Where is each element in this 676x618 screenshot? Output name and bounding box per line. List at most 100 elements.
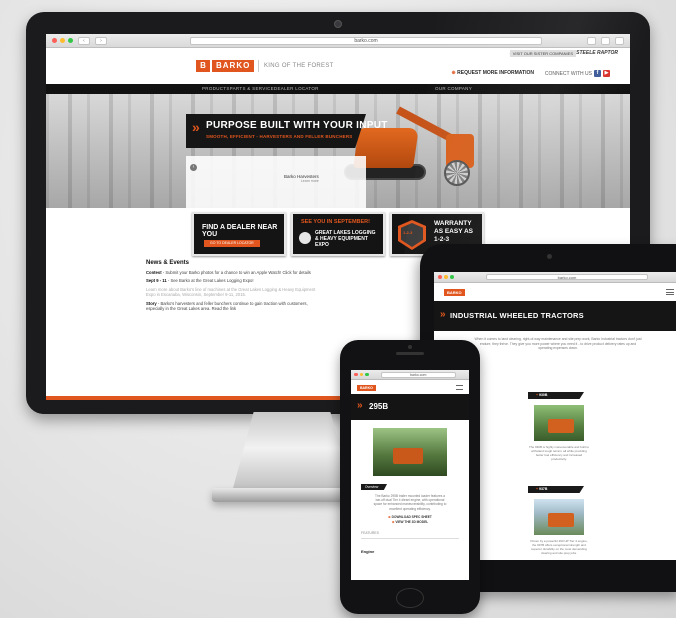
nav-item-company[interactable]: OUR COMPANY	[435, 84, 472, 94]
plus-icon: +	[536, 393, 539, 397]
hero-banner: » PURPOSE BUILT WITH YOUR INPUT SMOOTH, …	[46, 94, 630, 208]
expo-promo[interactable]: SEE YOU IN SEPTEMBER! GREAT LAKES LOGGIN…	[291, 212, 385, 256]
hamburger-menu-icon[interactable]	[666, 289, 674, 295]
chevron-right-icon: »	[192, 119, 200, 135]
warranty-line: AS EASY AS	[434, 228, 474, 235]
feature-item-engine[interactable]: Engine	[361, 549, 469, 554]
product-model: 937B	[539, 487, 548, 491]
home-button[interactable]	[396, 588, 424, 608]
hamburger-menu-icon[interactable]	[456, 385, 463, 390]
camera-dot	[547, 254, 552, 259]
news-item: Learn more about Barko's line of machine…	[146, 286, 316, 298]
news-label: Story	[146, 300, 157, 306]
sister-logos[interactable]: STEELE RAPTOR	[576, 50, 618, 56]
barko-logo[interactable]: B BARKO	[196, 60, 255, 72]
product-image[interactable]	[373, 428, 447, 476]
address-bar[interactable]: barko.com	[190, 36, 542, 45]
loader-shape	[393, 448, 423, 464]
camera-dot	[334, 20, 342, 28]
nav-item-products[interactable]: PRODUCTS	[202, 84, 230, 94]
forward-arrow-icon[interactable]: ›	[95, 36, 107, 45]
barko-logo[interactable]: BARKO	[357, 385, 376, 391]
nav-item-dealer[interactable]: DEALER LOCATOR	[274, 84, 319, 94]
page-title: INDUSTRIAL WHEELED TRACTORS	[450, 311, 584, 320]
hero-caption-link[interactable]: Learn more	[284, 179, 319, 183]
site-header: B BARKO KING OF THE FOREST Welcome Guest…	[46, 48, 630, 84]
news-text: - Barko's harvesters and feller bunchers…	[146, 300, 308, 312]
news-item[interactable]: Contest - Submit your Barko photos for a…	[146, 270, 316, 275]
warranty-text: WARRANTY AS EASY AS 1-2-3	[434, 220, 473, 244]
facebook-icon[interactable]: f	[594, 70, 601, 77]
minimize-window-icon[interactable]	[60, 38, 65, 43]
nav-item-parts[interactable]: PARTS & SERVICE	[230, 84, 274, 94]
gear-icon[interactable]	[615, 36, 624, 45]
site-header: BARKO	[351, 380, 469, 394]
product-description: The Barko 295B trailer mounted loader fe…	[373, 494, 447, 511]
connect-label: CONNECT WITH US	[544, 70, 592, 77]
barko-logo[interactable]: BARKO	[444, 289, 465, 296]
close-window-icon[interactable]	[354, 372, 358, 377]
news-label: Sept 9 - 11	[146, 278, 167, 284]
expo-line: & HEAVY EQUIPMENT EXPO	[315, 236, 368, 248]
main-nav: PRODUCTS PARTS & SERVICE DEALER LOCATOR …	[46, 84, 630, 94]
product-model: 930B	[539, 393, 548, 397]
product-card[interactable]: + 930B The 930B is highly maneuverable a…	[528, 392, 590, 461]
close-window-icon[interactable]	[438, 275, 442, 279]
warranty-line: WARRANTY	[434, 220, 472, 227]
social-connect: CONNECT WITH US f ▶	[545, 70, 610, 77]
3d-model-label: VIEW THE 3D MODEL	[395, 519, 429, 524]
minimize-window-icon[interactable]	[444, 275, 448, 279]
3d-model-link[interactable]: ⊕ VIEW THE 3D MODEL	[351, 520, 469, 525]
product-tag: + 930B	[528, 392, 584, 399]
site-header: BARKO	[434, 283, 676, 301]
hero-title: PURPOSE BUILT WITH YOUR INPUT	[206, 120, 388, 131]
maximize-window-icon[interactable]	[68, 38, 73, 43]
dealer-promo-title: FIND A DEALER NEAR YOU	[202, 224, 278, 238]
news-text: - See Barko at the Great Lakes Logging E…	[166, 278, 254, 284]
features-label: FEATURES	[361, 530, 379, 535]
dealer-promo[interactable]: FIND A DEALER NEAR YOU GO TO DEALER LOCA…	[192, 212, 286, 256]
hero-caption[interactable]: Barko Harvesters Learn more	[284, 174, 319, 183]
minimize-window-icon[interactable]	[359, 372, 363, 377]
camera-dot	[408, 345, 412, 349]
product-image[interactable]	[534, 499, 584, 535]
news-section: News & Events Contest - Submit your Bark…	[146, 260, 316, 314]
slider-prev-icon[interactable]: ‹	[190, 164, 197, 171]
plus-icon: +	[536, 487, 539, 491]
monitor-stand	[232, 412, 352, 492]
news-heading: News & Events	[146, 260, 190, 266]
chevron-right-icon: »	[440, 309, 446, 320]
dealer-locator-button[interactable]: GO TO DEALER LOCATOR	[204, 240, 260, 247]
news-item[interactable]: Sept 9 - 11 - See Barko at the Great Lak…	[146, 278, 316, 283]
phone-device: barko.com BARKO » 295B Overview The Bark…	[340, 340, 480, 614]
divider	[361, 537, 459, 539]
tractor-shape	[548, 419, 574, 433]
warranty-line: 1-2-3	[434, 236, 450, 243]
maximize-window-icon[interactable]	[365, 372, 369, 377]
back-arrow-icon[interactable]: ‹	[78, 36, 90, 45]
expo-badge-icon	[299, 232, 311, 244]
tabs-icon[interactable]	[601, 36, 610, 45]
close-window-icon[interactable]	[52, 38, 57, 43]
spec-sheet-label: DOWNLOAD SPEC SHEET	[391, 514, 432, 519]
request-info-label: REQUEST MORE INFORMATION	[457, 70, 534, 76]
share-icon[interactable]	[587, 36, 596, 45]
page-title: 295B	[369, 402, 389, 411]
address-bar[interactable]: barko.com	[380, 371, 456, 378]
news-item[interactable]: Story - Barko's harvesters and feller bu…	[146, 301, 316, 312]
browser-toolbar: ‹ › barko.com	[46, 34, 630, 48]
plus-icon: ⊕	[451, 70, 456, 76]
phone-screen: barko.com BARKO » 295B Overview The Bark…	[351, 370, 469, 580]
warranty-shield-text: 1-2-3	[403, 230, 413, 235]
plus-icon: ⊕	[388, 514, 391, 519]
product-description: The 930B is highly maneuverable and buil…	[528, 445, 590, 461]
hero-subtitle: SMOOTH, EFFICIENT - HARVESTERS AND FELLE…	[206, 134, 353, 139]
maximize-window-icon[interactable]	[450, 275, 454, 279]
address-bar[interactable]: barko.com	[486, 274, 648, 280]
chevron-right-icon: »	[357, 400, 363, 411]
request-info-link[interactable]: ⊕ REQUEST MORE INFORMATION	[452, 70, 534, 76]
youtube-icon[interactable]: ▶	[603, 70, 610, 77]
product-image[interactable]	[534, 405, 584, 441]
product-card[interactable]: + 937B Driven by a powerful 260 HP Tier …	[528, 486, 590, 555]
sister-companies-button[interactable]: VISIT OUR SISTER COMPANIES	[509, 50, 576, 57]
